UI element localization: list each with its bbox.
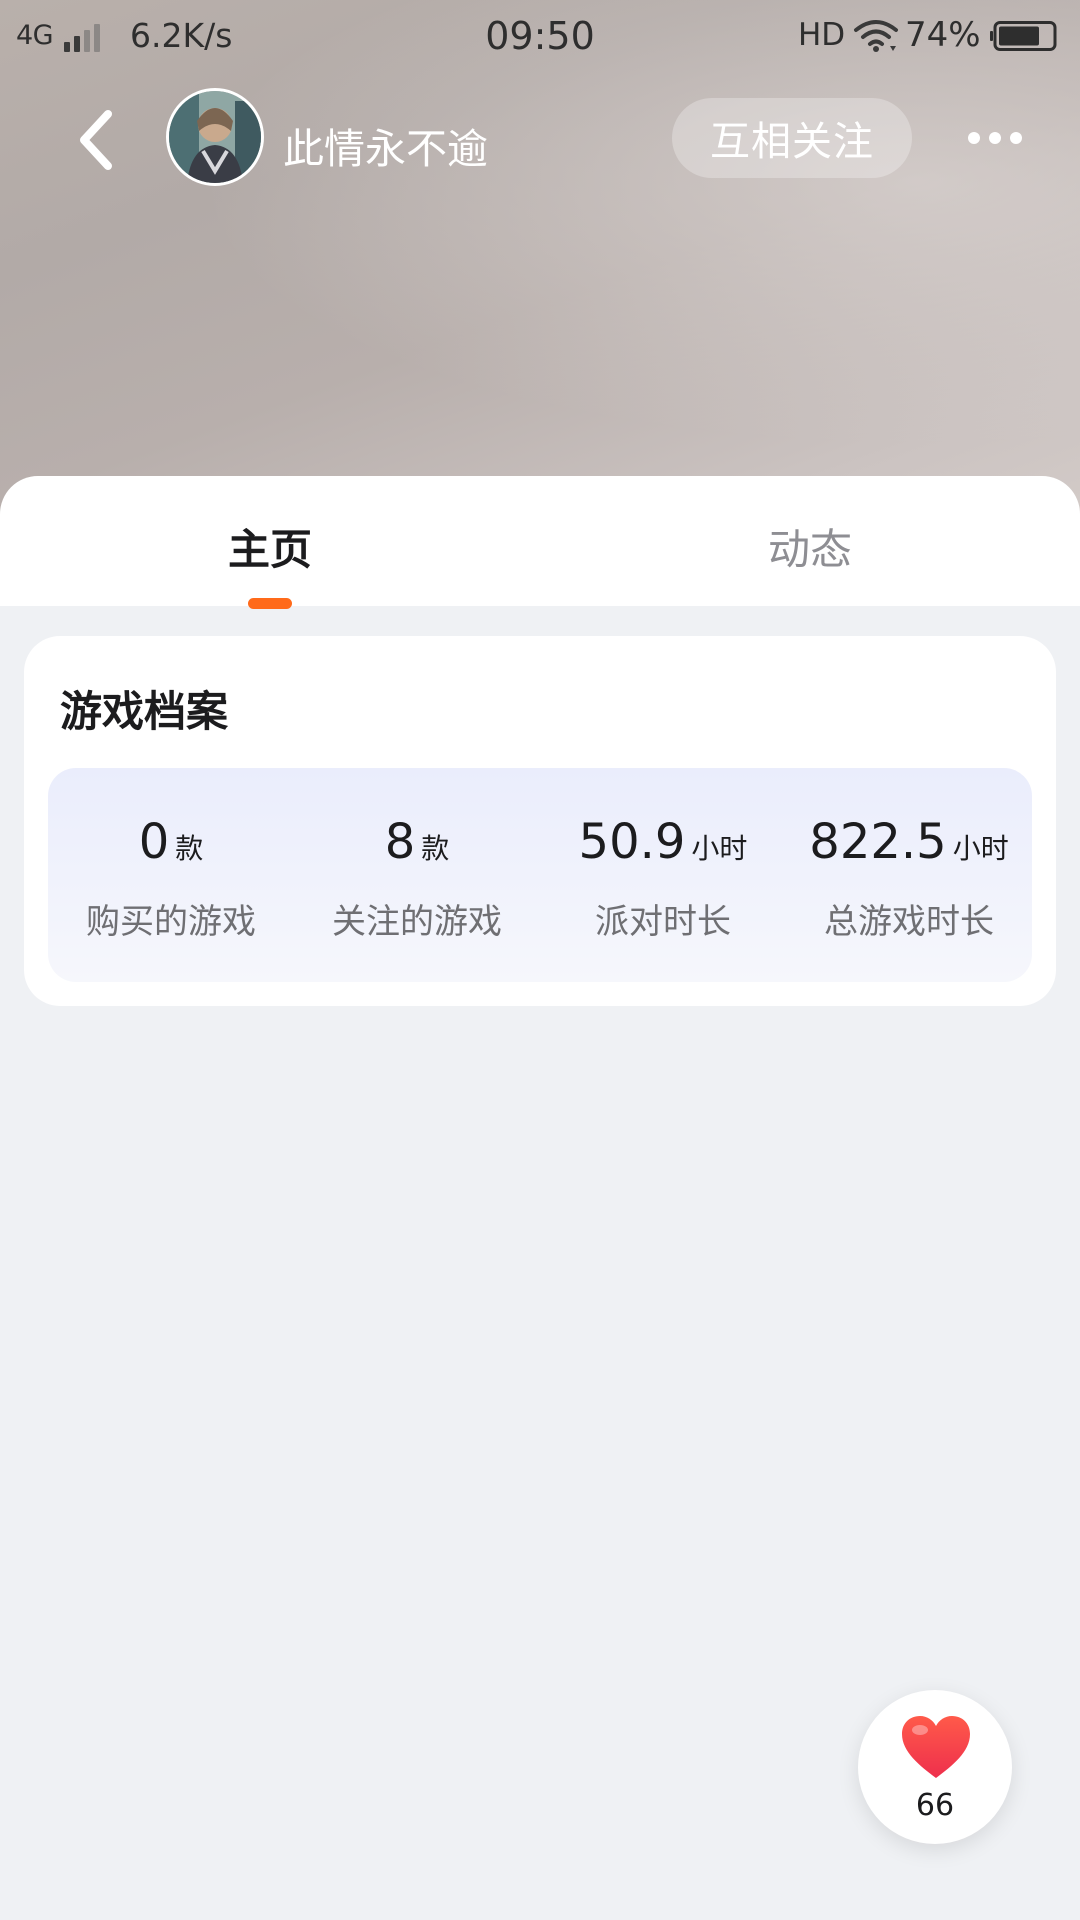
hd-indicator: HD	[798, 17, 846, 53]
user-name: 此情永不逾	[283, 125, 488, 173]
heart-icon	[902, 1716, 970, 1778]
stat-unit: 款	[421, 832, 450, 865]
stat-label: 派对时长	[595, 902, 731, 942]
like-button[interactable]: 66	[858, 1690, 1012, 1844]
stat-value: 8	[384, 814, 416, 870]
stat-value: 50.9	[578, 814, 686, 870]
card-title: 游戏档案	[60, 687, 229, 736]
profile-cover-shade	[0, 0, 1080, 520]
like-count: 66	[915, 1788, 955, 1823]
battery-icon	[990, 21, 1057, 51]
game-profile-card: 游戏档案 0款 购买的游戏 8款 关注的游戏 50.9 小时 派对时长 822.5…	[24, 636, 1056, 1006]
tab-home[interactable]: 主页	[120, 516, 420, 577]
avatar-image	[169, 91, 261, 183]
stat-unit: 小时	[952, 832, 1009, 865]
back-button[interactable]	[66, 108, 126, 172]
battery-percentage: 74%	[905, 15, 981, 55]
stat-label: 购买的游戏	[86, 902, 256, 942]
avatar[interactable]	[166, 88, 264, 186]
stat-label: 关注的游戏	[332, 902, 502, 942]
stat-party-duration[interactable]: 50.9 小时 派对时长	[540, 814, 786, 943]
stat-purchased-games[interactable]: 0款 购买的游戏	[48, 814, 294, 943]
tab-feed[interactable]: 动态	[660, 516, 960, 577]
status-bar: 4G 6.2K/s 09:50 HD 74%	[0, 0, 1080, 76]
more-dots-icon[interactable]	[965, 118, 1025, 158]
stat-unit: 款	[175, 832, 204, 865]
stat-total-play-time[interactable]: 822.5 小时 总游戏时长	[786, 814, 1032, 943]
mutual-follow-button[interactable]: 互相关注	[672, 98, 912, 178]
stat-unit: 小时	[691, 832, 748, 865]
stat-followed-games[interactable]: 8款 关注的游戏	[294, 814, 540, 943]
stat-value: 822.5	[809, 814, 947, 870]
stat-value: 0	[138, 814, 170, 870]
tab-bar: 主页 动态	[0, 476, 1080, 609]
active-tab-indicator	[248, 598, 292, 609]
back-arrow-icon	[80, 110, 112, 170]
stats-panel: 0款 购买的游戏 8款 关注的游戏 50.9 小时 派对时长 822.5 小时 总游…	[48, 768, 1032, 982]
stat-label: 总游戏时长	[824, 902, 994, 942]
wifi-icon	[854, 20, 898, 52]
